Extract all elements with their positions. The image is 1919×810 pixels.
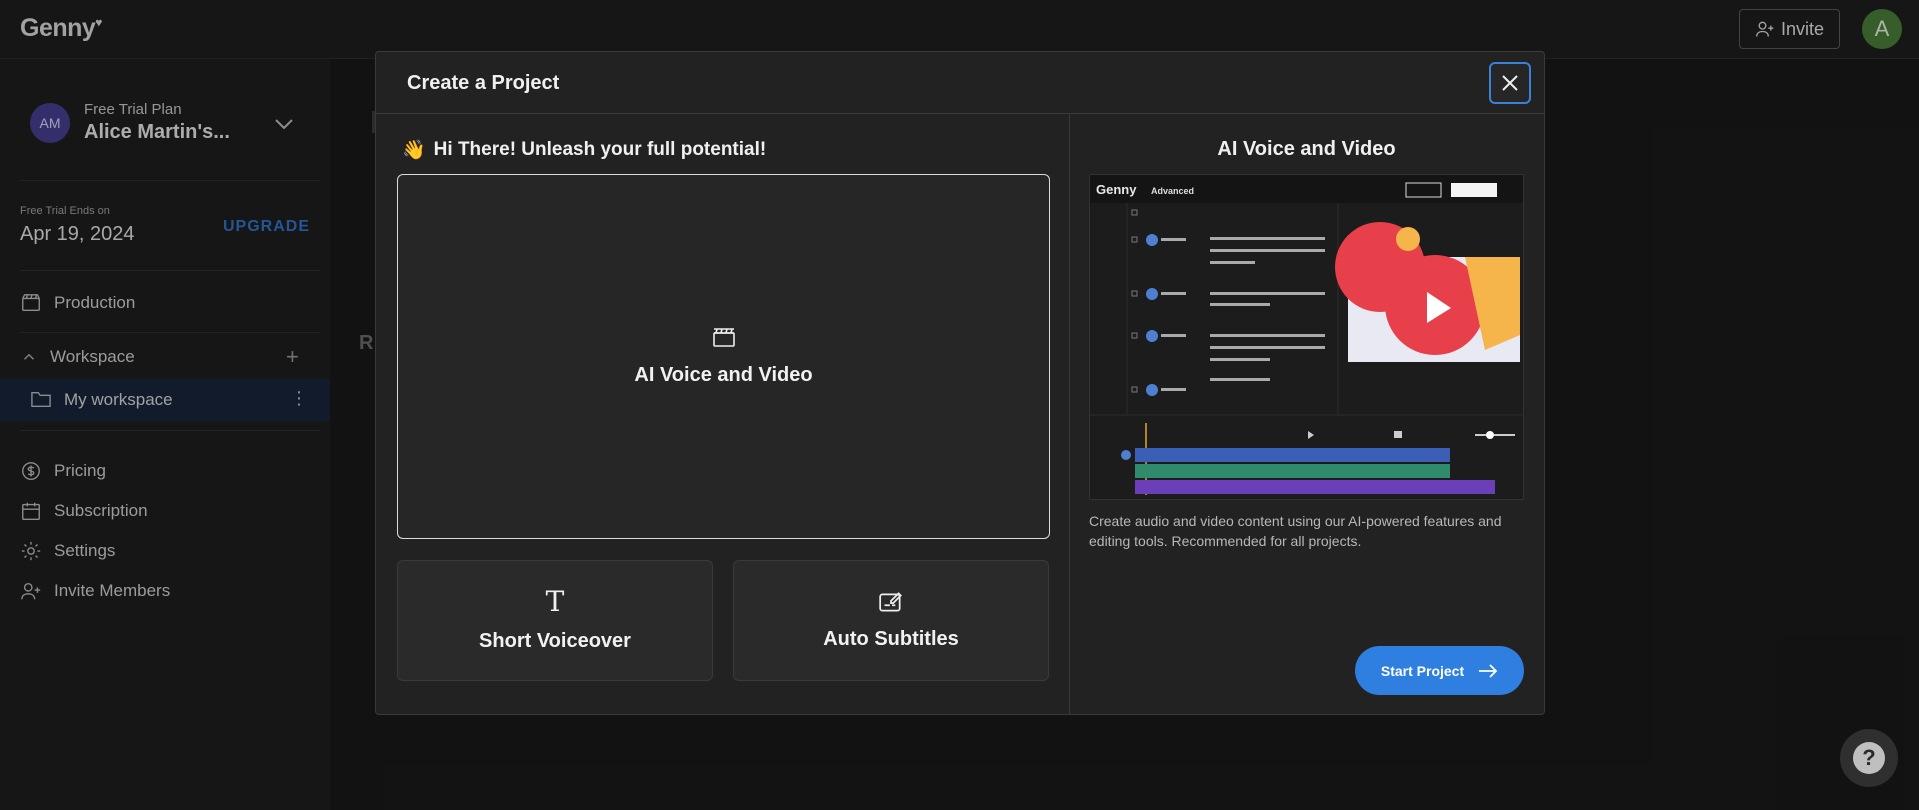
- option-short-voiceover[interactable]: T Short Voiceover: [397, 560, 713, 681]
- text-icon: T: [545, 585, 565, 618]
- start-project-button[interactable]: Start Project: [1355, 646, 1524, 695]
- greeting: 👋 Hi There! Unleash your full potential!: [402, 138, 766, 162]
- start-project-label: Start Project: [1380, 662, 1465, 679]
- preview-tag: Advanced: [1151, 186, 1194, 196]
- greeting-text: Hi There! Unleash your full potential!: [433, 139, 767, 160]
- arrow-right-icon: [1479, 663, 1498, 678]
- option-auto-subtitles[interactable]: Auto Subtitles: [733, 560, 1049, 681]
- help-button[interactable]: ?: [1840, 729, 1898, 787]
- option-ai-voice-video[interactable]: AI Voice and Video: [397, 174, 1050, 539]
- option-label: Short Voiceover: [479, 630, 631, 652]
- option-label: Auto Subtitles: [823, 628, 959, 650]
- preview-logo: Genny: [1096, 182, 1137, 197]
- clapperboard-icon: [712, 328, 735, 347]
- modal-title: Create a Project: [407, 72, 560, 94]
- preview-description: Create audio and video content using our…: [1089, 513, 1502, 549]
- editor-preview-illustration: Genny Advanced: [1090, 175, 1523, 499]
- wave-icon: 👋: [402, 140, 426, 161]
- close-icon: [1502, 75, 1518, 91]
- preview-title: AI Voice and Video: [1217, 138, 1396, 160]
- preview-image: Genny Advanced: [1089, 174, 1524, 500]
- close-button[interactable]: [1489, 62, 1531, 104]
- help-icon: ?: [1853, 742, 1885, 774]
- divider: [1069, 114, 1070, 714]
- option-label: AI Voice and Video: [634, 364, 813, 386]
- subtitles-edit-icon: [879, 592, 902, 612]
- divider: [376, 113, 1544, 114]
- create-project-modal: Create a Project 👋 Hi There! Unleash you…: [375, 51, 1545, 715]
